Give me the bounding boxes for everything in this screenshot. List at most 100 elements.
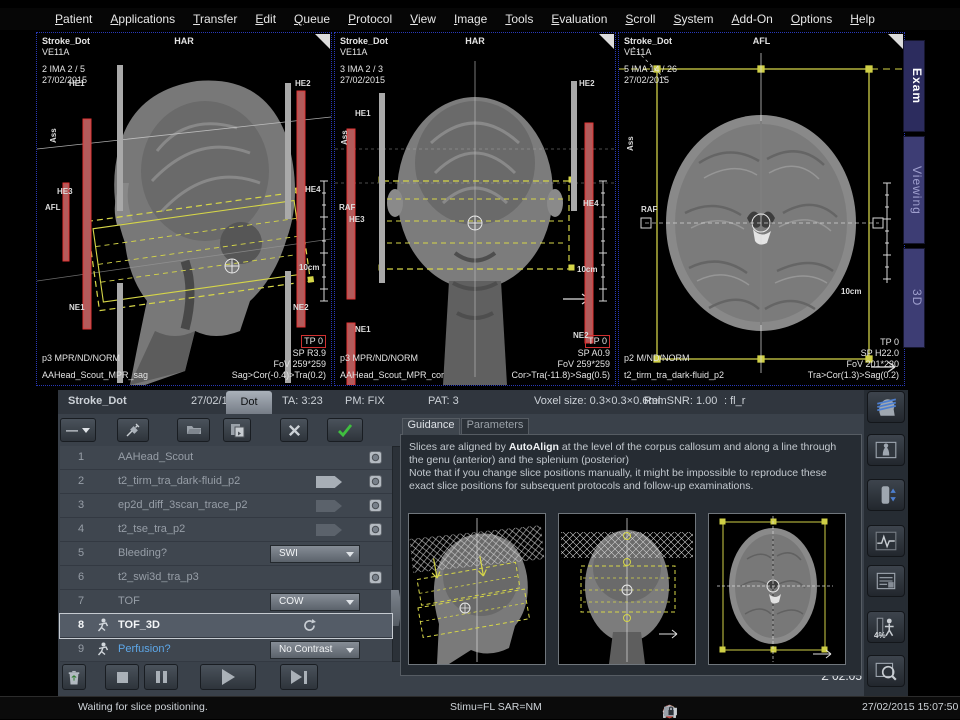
thumbnail-coronal-image bbox=[559, 514, 695, 664]
chevron-down-icon bbox=[346, 600, 354, 605]
menu-scroll[interactable]: Scroll bbox=[616, 12, 664, 26]
tab-viewing[interactable]: Viewing bbox=[903, 136, 925, 244]
coil-label-ne2: NE2 bbox=[573, 331, 589, 340]
coil-label-he1: HE1 bbox=[69, 79, 85, 88]
menu-options[interactable]: Options bbox=[782, 12, 841, 26]
tab-parameters[interactable]: Parameters bbox=[461, 418, 529, 435]
image-panel-axial[interactable]: Stroke_Dot VE11A 5 IMA 14 / 26 27/02/201… bbox=[618, 32, 905, 386]
pat-value: PAT: 3 bbox=[428, 395, 459, 407]
image-panel-coronal[interactable]: Stroke_Dot VE11A 3 IMA 2 / 3 27/02/2015 … bbox=[334, 32, 616, 386]
coil-label-raf: RAF bbox=[641, 205, 657, 214]
syringe-icon bbox=[125, 422, 141, 438]
open-protocol-button[interactable] bbox=[177, 418, 210, 442]
copy-reference-icon[interactable] bbox=[369, 523, 382, 536]
orientation-detail: Cor>Tra(-11.8)>Sag(0.5) bbox=[511, 370, 610, 381]
stop-icon bbox=[117, 672, 128, 683]
patient-position-icon bbox=[96, 642, 109, 657]
menu-view[interactable]: View bbox=[401, 12, 445, 26]
tab-dot[interactable]: Dot bbox=[226, 391, 272, 414]
menu-protocol[interactable]: Protocol bbox=[339, 12, 401, 26]
queue-row-7[interactable]: 7TOFCOW bbox=[60, 590, 392, 614]
menu-evaluation[interactable]: Evaluation bbox=[542, 12, 616, 26]
delete-queue-button[interactable] bbox=[62, 664, 86, 690]
decision-dropdown[interactable]: COW bbox=[270, 593, 360, 611]
head-coil-icon bbox=[874, 395, 898, 419]
menu-applications[interactable]: Applications bbox=[101, 12, 184, 26]
inline-display-button[interactable] bbox=[867, 655, 905, 687]
protocol-name: TOF bbox=[118, 595, 140, 607]
queue-mode-combo[interactable]: — bbox=[60, 418, 96, 442]
check-icon bbox=[337, 422, 353, 438]
software-version: VE11A bbox=[42, 47, 90, 58]
queue-row-1[interactable]: 1AAHead_Scout bbox=[60, 446, 392, 470]
menu-image[interactable]: Image bbox=[445, 12, 496, 26]
copy-reference-icon[interactable] bbox=[369, 571, 382, 584]
contrast-injection-button[interactable] bbox=[117, 418, 149, 442]
queue-row-9[interactable]: 9Perfusion?No Contrast bbox=[60, 638, 392, 662]
protocol-name: t2_tse_tra_p2 bbox=[118, 523, 185, 535]
queue-row-8[interactable]: 8TOF_3D bbox=[60, 614, 392, 638]
menu-queue[interactable]: Queue bbox=[285, 12, 339, 26]
orientation-label: HAR bbox=[335, 36, 615, 47]
queue-row-3[interactable]: 3ep2d_diff_3scan_trace_p2 bbox=[60, 494, 392, 518]
play-button[interactable] bbox=[200, 664, 256, 690]
queue-row-5[interactable]: 5Bleeding?SWI bbox=[60, 542, 392, 566]
patient-name: Stroke_Dot bbox=[68, 395, 127, 407]
thumbnail-axial[interactable] bbox=[708, 513, 846, 665]
lock-icon bbox=[662, 704, 676, 718]
coil-label-raf: RAF bbox=[339, 203, 355, 212]
thumbnail-sagittal[interactable] bbox=[408, 513, 546, 665]
sar-percent-label: 4% bbox=[874, 631, 886, 640]
pause-icon bbox=[156, 671, 167, 683]
thumbnail-coronal[interactable] bbox=[558, 513, 696, 665]
copy-reference-button[interactable] bbox=[223, 418, 251, 442]
stop-button[interactable] bbox=[105, 664, 139, 690]
slice-position: SP H22.0 bbox=[808, 348, 899, 359]
coil-label-ass: Ass bbox=[626, 136, 635, 151]
menu-transfer[interactable]: Transfer bbox=[184, 12, 246, 26]
table-position-button[interactable] bbox=[867, 479, 905, 511]
queue-row-4[interactable]: 4t2_tse_tra_p2 bbox=[60, 518, 392, 542]
skip-icon bbox=[291, 670, 307, 684]
copy-reference-icon[interactable] bbox=[369, 475, 382, 488]
menu-edit[interactable]: Edit bbox=[246, 12, 285, 26]
coil-label-he4: HE4 bbox=[305, 185, 321, 194]
panel-footer-right: TP 0 SP H22.0 FoV 201*230 Tra>Cor(1.3)>S… bbox=[808, 337, 899, 381]
menu-add-on[interactable]: Add-On bbox=[722, 12, 781, 26]
decision-dropdown[interactable]: No Contrast bbox=[270, 641, 360, 659]
apply-button[interactable] bbox=[327, 418, 363, 442]
pause-button[interactable] bbox=[144, 664, 178, 690]
orientation-label: HAR bbox=[37, 36, 331, 47]
queue-row-6[interactable]: 6t2_swi3d_tra_p3 bbox=[60, 566, 392, 590]
copy-reference-icon[interactable] bbox=[369, 451, 382, 464]
dropdown-value: SWI bbox=[279, 548, 298, 559]
slice-positioning-button[interactable] bbox=[867, 391, 905, 423]
menu-patient[interactable]: Patient bbox=[46, 12, 101, 26]
chevron-down-icon bbox=[346, 552, 354, 557]
orientation-detail: Tra>Cor(1.3)>Sag(0.2) bbox=[808, 370, 899, 381]
guidance-text: Slices are aligned by AutoAlign at the l… bbox=[409, 441, 849, 493]
image-panel-sagittal[interactable]: Stroke_Dot VE11A 2 IMA 2 / 5 27/02/2015 … bbox=[36, 32, 332, 386]
queue-row-2[interactable]: 2t2_tirm_tra_dark-fluid_p2 bbox=[60, 470, 392, 494]
tab-exam[interactable]: Exam bbox=[903, 40, 925, 132]
cancel-button[interactable] bbox=[280, 418, 308, 442]
patient-view-button[interactable] bbox=[867, 434, 905, 466]
menu-help[interactable]: Help bbox=[841, 12, 884, 26]
sar-monitor-button[interactable]: 4% bbox=[867, 611, 905, 643]
image-date: 27/02/2015 bbox=[340, 75, 388, 86]
image-counter: 2 IMA 2 / 5 bbox=[42, 64, 90, 75]
menu-system[interactable]: System bbox=[664, 12, 722, 26]
protocol-card-button[interactable] bbox=[867, 565, 905, 597]
physio-display-button[interactable] bbox=[867, 525, 905, 557]
copy-reference-icon[interactable] bbox=[369, 499, 382, 512]
menu-tools[interactable]: Tools bbox=[496, 12, 542, 26]
tab-guidance[interactable]: Guidance bbox=[402, 418, 460, 435]
orientation-detail: Sag>Cor(-0.4)>Tra(0.2) bbox=[232, 370, 326, 381]
close-icon bbox=[287, 423, 302, 438]
tab-3d[interactable]: 3D bbox=[903, 248, 925, 348]
decision-dropdown[interactable]: SWI bbox=[270, 545, 360, 563]
skip-button[interactable] bbox=[280, 664, 318, 690]
image-counter: 5 IMA 14 / 26 bbox=[624, 64, 677, 75]
coil-label-ne1: NE1 bbox=[69, 303, 85, 312]
protocol-name: ep2d_diff_3scan_trace_p2 bbox=[118, 499, 247, 511]
